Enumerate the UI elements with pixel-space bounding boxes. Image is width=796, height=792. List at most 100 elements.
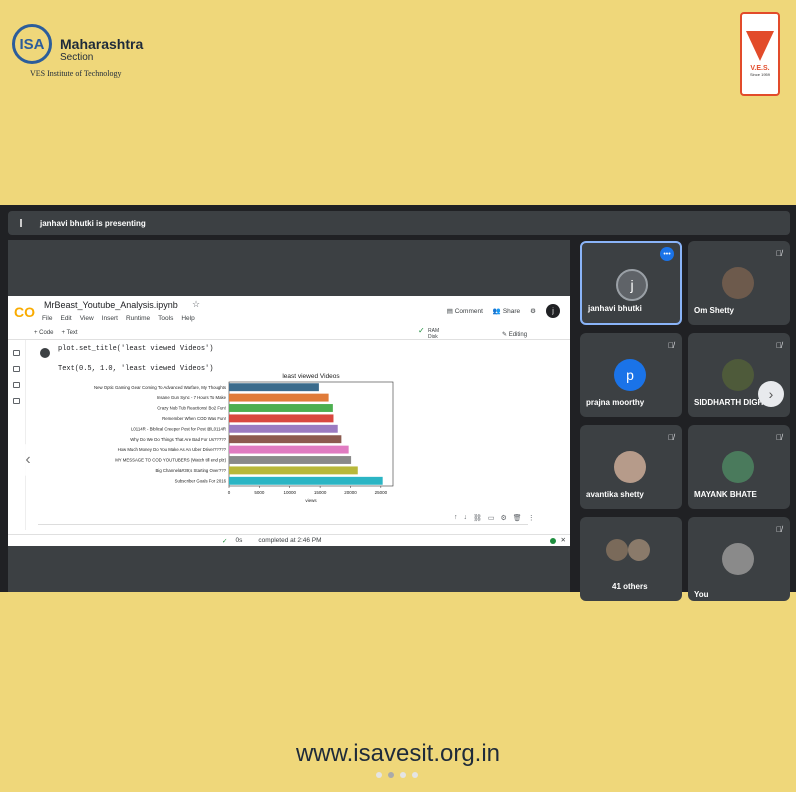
participant-tile[interactable]: 🎙̸ MAYANK BHATE (688, 425, 790, 509)
share-label: Share (502, 308, 521, 315)
move-up-icon[interactable]: ↑ (454, 514, 458, 522)
star-icon[interactable]: ☆ (192, 299, 200, 310)
avatar: p (614, 359, 646, 391)
ves-since-text: Since 1959 (749, 72, 770, 77)
participant-name: SIDDHARTH DIGHE (694, 398, 769, 407)
top-actions: ▤ Comment 👥 Share ⚙ j (447, 304, 560, 318)
participant-tile[interactable]: 🎙̸ Om Shetty (688, 241, 790, 325)
variables-icon[interactable] (13, 382, 20, 388)
x-tick-label: 0 (228, 490, 231, 495)
next-arrow-icon[interactable]: › (758, 381, 784, 407)
carousel-dot[interactable] (400, 772, 406, 778)
settings-cell-icon[interactable]: ⚙ (501, 514, 507, 522)
present-icon (20, 219, 22, 227)
carousel-dot[interactable] (376, 772, 382, 778)
menu-insert[interactable]: Insert (102, 315, 118, 322)
category-label: Remember When COD Was Fun! (162, 416, 226, 421)
presenting-text: janhavi bhutki is presenting (40, 218, 146, 228)
avatar: j (616, 269, 648, 301)
status-check-icon: ✓ (222, 537, 228, 545)
close-icon[interactable]: ✕ (561, 536, 566, 544)
files-icon[interactable] (13, 398, 20, 404)
carousel-dot[interactable] (388, 772, 394, 778)
add-text-button[interactable]: + Text (62, 330, 78, 336)
status-dot (550, 538, 556, 544)
section-sub: Section (60, 52, 94, 63)
participant-tile[interactable]: 41 others (580, 517, 682, 601)
user-avatar[interactable]: j (546, 304, 560, 318)
bar (229, 414, 334, 423)
add-code-button[interactable]: + Code (34, 330, 54, 336)
code-line: plot.set_title('least viewed Videos') (58, 345, 214, 353)
avatar (722, 267, 754, 299)
comment-button[interactable]: ▤ Comment (447, 307, 483, 315)
avatar (722, 543, 754, 575)
code-cell[interactable]: plot.set_title('least viewed Videos') (58, 344, 213, 354)
avatar (606, 539, 628, 561)
colab-logo: CO (14, 304, 35, 320)
bar (229, 466, 358, 475)
menu-help[interactable]: Help (181, 315, 194, 322)
section-name: Maharashtra (60, 36, 144, 52)
search-icon[interactable] (13, 366, 20, 372)
menu-file[interactable]: File (42, 315, 52, 322)
comment-cell-icon[interactable]: ▭ (488, 514, 495, 522)
chart-title: least viewed Videos (282, 373, 340, 380)
move-down-icon[interactable]: ↓ (464, 514, 468, 522)
participant-tile[interactable]: 🎙̸ p prajna moorthy (580, 333, 682, 417)
status-text: completed at 2:46 PM (258, 537, 322, 544)
avatar (722, 359, 754, 391)
participant-tile[interactable]: 🎙̸ You (688, 517, 790, 601)
participant-tile[interactable]: 🎙̸ avantika shetty (580, 425, 682, 509)
participant-name: prajna moorthy (586, 398, 645, 407)
toc-icon[interactable] (13, 350, 20, 356)
trash-icon[interactable]: 🗑 (513, 514, 522, 522)
run-cell-button[interactable] (40, 348, 50, 358)
notebook-title[interactable]: MrBeast_Youtube_Analysis.ipynb (44, 300, 178, 310)
pencil-icon: ✎ (502, 332, 509, 338)
cell-toolbar: + Code + Text (34, 330, 78, 336)
participant-name: Om Shetty (694, 306, 735, 315)
bar (229, 424, 338, 433)
bar (229, 445, 349, 454)
carousel-dot[interactable] (412, 772, 418, 778)
menu-edit[interactable]: Edit (60, 315, 71, 322)
ram-disk-indicator[interactable]: ✓ RAM Disk (418, 327, 439, 341)
link-icon[interactable]: ⛓ (473, 514, 482, 522)
menu-view[interactable]: View (80, 315, 94, 322)
side-toolbar (8, 340, 26, 530)
bar (229, 456, 352, 464)
menu-runtime[interactable]: Runtime (126, 315, 150, 322)
participant-tile[interactable]: ••• j janhavi bhutki (580, 241, 682, 325)
colab-notebook: CO MrBeast_Youtube_Analysis.ipynb ☆ File… (8, 296, 570, 546)
bar (229, 393, 329, 402)
isa-logo: ISA (12, 24, 52, 64)
editing-button[interactable]: ✎ Editing (502, 331, 527, 338)
status-bar: ✓ 0s completed at 2:46 PM ✕ (8, 534, 570, 546)
x-tick-label: 20000 (344, 490, 357, 495)
presentation-stage: CO MrBeast_Youtube_Analysis.ipynb ☆ File… (8, 240, 570, 592)
prev-arrow-icon[interactable]: ‹ (12, 444, 44, 476)
participant-name: You (694, 590, 709, 599)
x-tick-label: 10000 (283, 490, 296, 495)
check-icon: ✓ (418, 326, 425, 335)
avatar (614, 451, 646, 483)
disk-label: Disk (428, 334, 438, 340)
bar (229, 435, 342, 444)
share-icon: 👥 (492, 308, 503, 315)
participant-name: avantika shetty (586, 490, 644, 499)
avatar (722, 451, 754, 483)
more-options-icon[interactable]: ••• (660, 247, 674, 261)
ves-logo-text: V.E.S. (750, 65, 770, 72)
isa-logo-text: ISA (19, 35, 45, 53)
category-label: Insane Gun Sync - 7 Hours To Make (157, 395, 227, 400)
menu-tools[interactable]: Tools (158, 315, 173, 322)
share-button[interactable]: 👥 Share (493, 307, 520, 315)
gear-icon[interactable]: ⚙ (530, 307, 536, 315)
meet-window: janhavi bhutki is presenting CO MrBeast_… (0, 205, 796, 601)
footer-url[interactable]: www.isavesit.org.in (0, 740, 796, 768)
x-tick-label: 5000 (254, 490, 265, 495)
mic-off-icon: 🎙̸ (668, 341, 674, 350)
more-icon[interactable]: ⋮ (528, 514, 535, 522)
category-label: L0114R - Biblical Creeper Post for Post … (131, 426, 226, 431)
